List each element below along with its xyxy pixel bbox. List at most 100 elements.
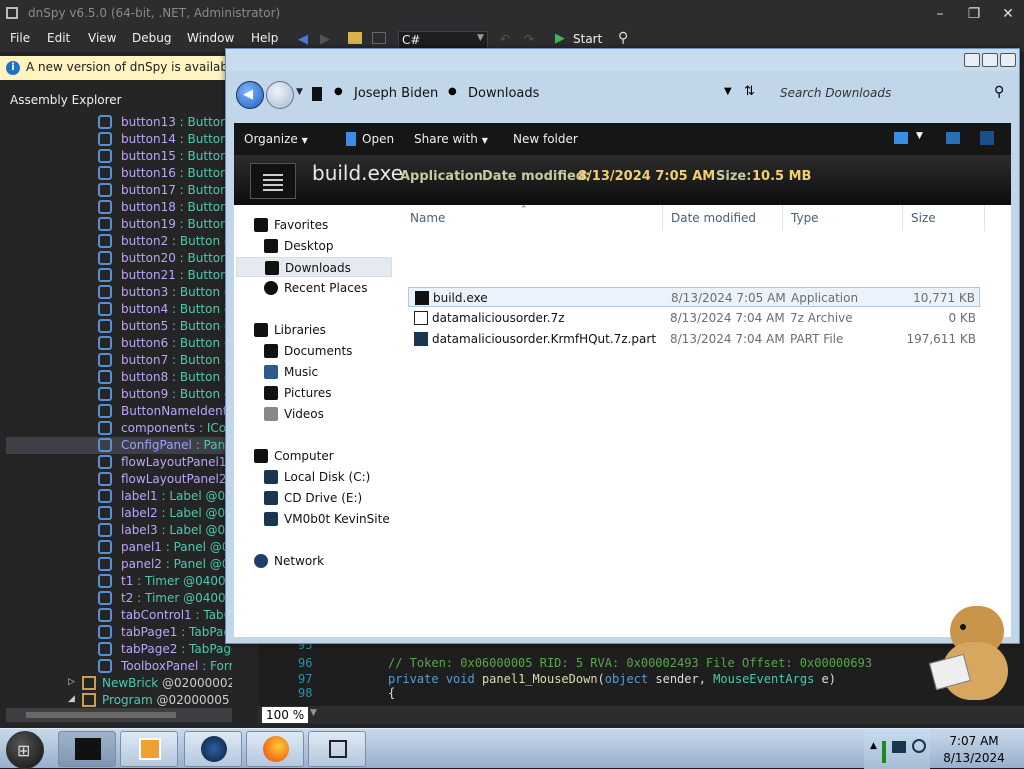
menu-file[interactable]: File xyxy=(10,31,30,45)
taskbar-app-network[interactable] xyxy=(184,731,242,767)
tree-item-field[interactable]: button3 : Button @0 xyxy=(6,284,232,301)
close-button[interactable]: ✕ xyxy=(994,3,1022,25)
explorer-maximize-button[interactable] xyxy=(982,53,998,67)
explorer-minimize-button[interactable] xyxy=(964,53,980,67)
column-header-type[interactable]: Type xyxy=(791,211,819,225)
nav-documents[interactable]: Documents xyxy=(264,341,420,361)
open-icon[interactable] xyxy=(346,132,356,146)
tree-item-field[interactable]: tabControl1 : TabCo xyxy=(6,607,232,624)
taskbar-app-dnspy[interactable] xyxy=(58,731,116,767)
tree-item-field[interactable]: button15 : Button @ xyxy=(6,148,232,165)
file-row[interactable]: datamaliciousorder.KrmfHQut.7z.part 8/13… xyxy=(408,329,980,349)
tree-item-field[interactable]: button5 : Button @0 xyxy=(6,318,232,335)
address-bar[interactable]: ● Joseph Biden ● Downloads ▼ ⇅ xyxy=(306,82,766,106)
tree-item-field[interactable]: button20 : Button @ xyxy=(6,250,232,267)
history-chevron-icon[interactable]: ▼ xyxy=(296,87,303,97)
search-input[interactable]: Search Downloads xyxy=(780,86,891,100)
nav-music[interactable]: Music xyxy=(264,362,420,382)
tree-item-field[interactable]: panel2 : Panel @040 xyxy=(6,556,232,573)
tree-item-field[interactable]: button7 : Button @0 xyxy=(6,352,232,369)
tree-item-field[interactable]: button21 : Button @ xyxy=(6,267,232,284)
start-play-icon[interactable]: ▶ xyxy=(555,31,565,46)
nav-network[interactable]: Network xyxy=(254,551,410,571)
column-divider[interactable] xyxy=(782,205,783,231)
tree-item-field[interactable]: components : ICont xyxy=(6,420,232,437)
volume-icon[interactable] xyxy=(912,739,926,753)
column-header-date[interactable]: Date modified xyxy=(671,211,756,225)
breadcrumb-joseph-biden[interactable]: Joseph Biden xyxy=(354,86,438,101)
tree-item-field[interactable]: label2 : Label @0400 xyxy=(6,505,232,522)
scrollbar-thumb[interactable] xyxy=(26,712,176,718)
expand-toggle-icon[interactable]: ▷ xyxy=(68,677,75,687)
tree-item-field[interactable]: button8 : Button @0 xyxy=(6,369,232,386)
search-icon[interactable]: ⚲ xyxy=(618,30,628,46)
organize-button[interactable]: Organize ▼ xyxy=(244,132,308,146)
breadcrumb-separator-icon[interactable]: ● xyxy=(448,86,457,97)
column-header-size[interactable]: Size xyxy=(911,211,936,225)
refresh-icon[interactable]: ⇅ xyxy=(744,84,755,99)
tree-item-field[interactable]: tabPage1 : TabPage xyxy=(6,624,232,641)
nav-downloads[interactable]: Downloads xyxy=(236,257,392,277)
taskbar-app-firefox[interactable] xyxy=(246,731,304,767)
start-button[interactable]: Start xyxy=(573,32,602,46)
network-tray-icon[interactable] xyxy=(892,741,906,753)
column-divider[interactable] xyxy=(984,205,985,231)
tree-item-field[interactable]: button17 : Button @ xyxy=(6,182,232,199)
nav-desktop[interactable]: Desktop xyxy=(264,236,420,256)
tree-item-field[interactable]: ToolboxPanel : Form @ xyxy=(6,658,232,675)
tree-item-field[interactable]: button4 : Button @0 xyxy=(6,301,232,318)
maximize-button[interactable]: ❐ xyxy=(960,3,988,25)
new-folder-button[interactable]: New folder xyxy=(513,132,578,146)
tree-item-class[interactable]: ◢ Program @02000005 xyxy=(6,692,232,708)
nav-vm-site[interactable]: VM0b0t KevinSite xyxy=(264,509,420,529)
nav-pictures[interactable]: Pictures xyxy=(264,383,420,403)
tree-item-field[interactable]: button18 : Button @ xyxy=(6,199,232,216)
redo-icon[interactable]: ↷ xyxy=(524,32,534,46)
nav-local-disk[interactable]: Local Disk (C:) xyxy=(264,467,420,487)
open-button[interactable]: Open xyxy=(362,132,394,146)
tree-item-field[interactable]: button9 : Button @0 xyxy=(6,386,232,403)
tree-item-field[interactable]: flowLayoutPanel2 : xyxy=(6,471,232,488)
tree-item-field[interactable]: button2 : Button @0 xyxy=(6,233,232,250)
taskbar-app-media[interactable] xyxy=(120,731,178,767)
tree-item-field[interactable]: button13 : Button @ xyxy=(6,114,232,131)
clock[interactable]: 7:07 AM 8/13/2024 xyxy=(932,733,1016,767)
tree-item-field[interactable]: ButtonNameIdentif xyxy=(6,403,232,420)
menu-edit[interactable]: Edit xyxy=(47,31,70,45)
nav-favorites[interactable]: Favorites xyxy=(254,215,410,235)
menu-debug[interactable]: Debug xyxy=(132,31,171,45)
chevron-down-icon[interactable]: ▼ xyxy=(310,708,317,718)
window-icon[interactable] xyxy=(372,32,386,44)
tree-item-field[interactable]: button6 : Button @0 xyxy=(6,335,232,352)
open-folder-icon[interactable] xyxy=(348,32,362,44)
nav-recent-places[interactable]: Recent Places xyxy=(264,278,420,298)
language-select[interactable]: C# ▼ xyxy=(398,31,488,49)
tree-item-field[interactable]: flowLayoutPanel1 : xyxy=(6,454,232,471)
view-options-icon[interactable] xyxy=(894,132,908,144)
chevron-down-icon[interactable]: ▼ xyxy=(916,131,923,141)
battery-icon[interactable] xyxy=(882,741,886,763)
back-arrow-icon[interactable]: ◀ xyxy=(298,32,308,47)
tree-item-field[interactable]: ConfigPanel : Panel xyxy=(6,437,232,454)
menu-help[interactable]: Help xyxy=(251,31,278,45)
tree-horizontal-scrollbar[interactable] xyxy=(6,708,232,722)
nav-computer[interactable]: Computer xyxy=(254,446,410,466)
tree-item-field[interactable]: label1 : Label @0400 xyxy=(6,488,232,505)
undo-icon[interactable]: ↶ xyxy=(500,32,510,46)
tree-item-field[interactable]: panel1 : Panel @040 xyxy=(6,539,232,556)
tree-item-field[interactable]: button16 : Button @ xyxy=(6,165,232,182)
help-icon[interactable] xyxy=(980,131,994,145)
minimize-button[interactable]: – xyxy=(926,3,954,25)
column-divider[interactable] xyxy=(902,205,903,231)
forward-arrow-icon[interactable]: ▶ xyxy=(320,32,330,47)
tree-item-field[interactable]: t2 : Timer @0400003 xyxy=(6,590,232,607)
breadcrumb-separator-icon[interactable]: ● xyxy=(334,86,343,97)
file-row[interactable]: datamaliciousorder.7z 8/13/2024 7:04 AM … xyxy=(408,308,980,328)
menu-view[interactable]: View xyxy=(88,31,116,45)
expand-toggle-icon[interactable]: ◢ xyxy=(68,694,75,704)
search-box[interactable]: Search Downloads ⚲ xyxy=(774,82,1014,106)
tray-chevron-icon[interactable]: ▲ xyxy=(870,741,877,751)
nav-videos[interactable]: Videos xyxy=(264,404,420,424)
file-row[interactable]: build.exe 8/13/2024 7:05 AM Application … xyxy=(408,287,980,307)
taskbar-app-explorer[interactable] xyxy=(308,731,366,767)
